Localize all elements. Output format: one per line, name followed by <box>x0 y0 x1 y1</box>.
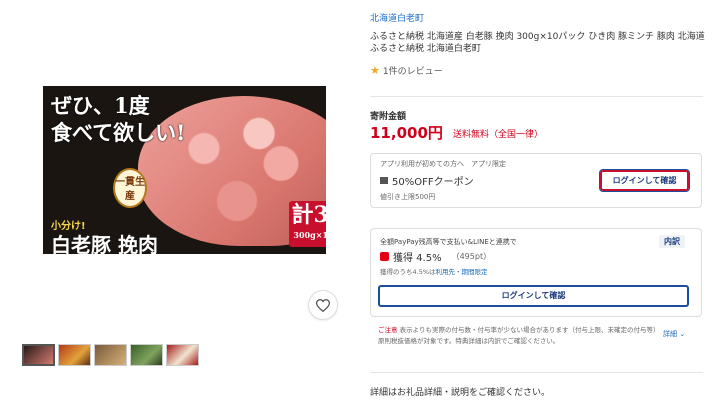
review-summary[interactable]: ★ 1件のレビュー <box>370 64 443 77</box>
review-count: 1件のレビュー <box>382 67 443 77</box>
coupon-icon <box>380 177 388 184</box>
points-card: 全額PayPay残高等で支払い&LINEと連携で 内訳 獲得 4.5% （495… <box>370 228 702 317</box>
notice-label: ご注意 <box>378 326 398 334</box>
points-login-button[interactable]: ログインして確認 <box>378 285 689 307</box>
notice-detail-link[interactable]: 詳細 ⌄ <box>663 329 685 339</box>
detail-note: 詳細はお礼品詳細・説明をご確認ください。 <box>370 388 551 398</box>
points-subnote: 獲得のうち4.5%は利用先・期間限定 <box>380 266 488 276</box>
price-label: 寄附金額 <box>370 112 407 122</box>
product-main-image: ぜひ、1度 食べて欲しい! 一貫生産 小分け! 白老豚 挽肉 計3kg 300g… <box>43 86 326 254</box>
thumbnail-5[interactable] <box>166 344 199 366</box>
thumbnail-4[interactable] <box>130 344 163 366</box>
coupon-row: 50%OFFクーポン <box>380 173 474 188</box>
breakdown-badge[interactable]: 内訳 <box>659 235 685 248</box>
thumbnail-3[interactable] <box>94 344 127 366</box>
points-usage-link[interactable]: 利用先・期間限定 <box>436 268 488 276</box>
points-earn-row: 獲得 4.5% （495pt） <box>380 249 491 264</box>
heart-icon <box>316 298 330 312</box>
shop-link[interactable]: 北海道白老町 <box>370 11 424 24</box>
notice-text-2: 原則税抜価格が対象です。特典詳細は内訳でご確認ください。 <box>378 337 560 345</box>
hero-product-name: 白老豚 挽肉 <box>51 233 158 254</box>
hero-copy-line: ぜひ、1度 <box>51 93 150 118</box>
divider <box>370 96 703 97</box>
hero-copy: ぜひ、1度 食べて欲しい! <box>51 92 185 146</box>
weight-total: 計3kg <box>291 202 326 228</box>
thumbnail-strip <box>22 344 199 366</box>
divider <box>370 372 703 373</box>
points-subnote-text: 獲得のうち4.5%は <box>380 268 436 276</box>
thumbnail-1[interactable] <box>22 344 55 366</box>
coupon-card: アプリ利用が初めての方へ アプリ限定 50%OFFクーポン 値引き上限500円 … <box>370 153 702 208</box>
paypay-icon <box>380 252 389 261</box>
integrated-production-badge: 一貫生産 <box>113 168 147 208</box>
shipping-info: 送料無料（全国一律） <box>453 130 544 140</box>
weight-packs: 300g×10パック <box>293 230 326 240</box>
star-icon: ★ <box>370 64 380 77</box>
coupon-label: 50%OFFクーポン <box>392 177 474 188</box>
thumbnail-2[interactable] <box>58 344 91 366</box>
hero-copy-line: 食べて欲しい! <box>51 120 186 145</box>
points-note: 全額PayPay残高等で支払い&LINEと連携で <box>380 238 517 246</box>
favorite-button[interactable] <box>308 290 338 320</box>
price-amount: 11,000円 <box>370 124 443 142</box>
notice: ご注意 表示よりも実際の付与数・付与率が少ない場合があります（付与上限、未確定の… <box>378 325 688 347</box>
coupon-cap: 値引き上限500円 <box>380 193 436 201</box>
points-amount: （495pt） <box>451 252 492 261</box>
weight-badge: 計3kg 300g×10パック <box>289 201 326 247</box>
points-earn-rate: 獲得 4.5% <box>393 253 442 264</box>
coupon-login-button[interactable]: ログインして確認 <box>599 169 690 192</box>
coupon-note: アプリ利用が初めての方へ アプリ限定 <box>380 160 506 168</box>
product-title: ふるさと納税 北海道産 白老豚 挽肉 300g×10パック ひき肉 豚ミンチ 豚… <box>370 32 705 54</box>
notice-text-1: 表示よりも実際の付与数・付与率が少ない場合があります（付与上限、未確定の付与等） <box>399 326 660 334</box>
